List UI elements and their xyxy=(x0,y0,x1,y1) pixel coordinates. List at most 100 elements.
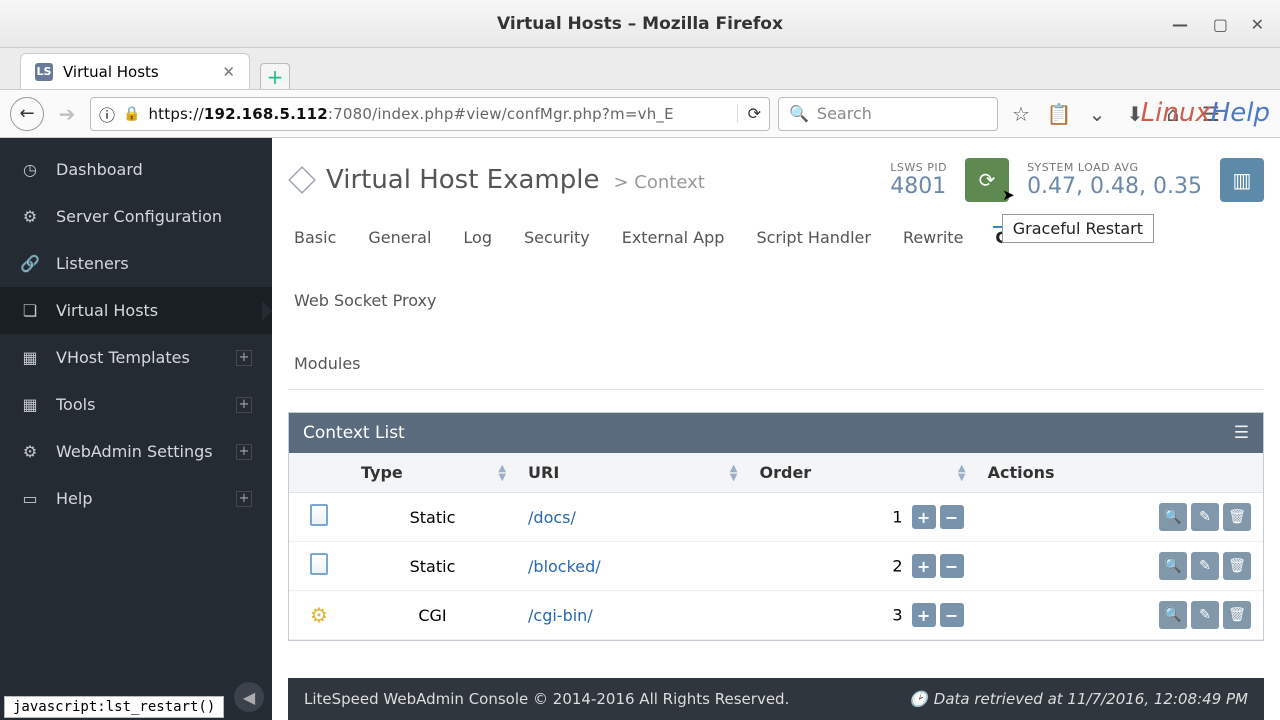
table-row: Static/docs/1 +− 🔍✎🗑 xyxy=(289,493,1263,542)
footer-copyright: LiteSpeed WebAdmin Console © 2014-2016 A… xyxy=(304,690,789,708)
cell-type: Static xyxy=(349,493,516,542)
tab-external-app[interactable]: External App xyxy=(620,228,727,263)
order-down-button[interactable]: − xyxy=(940,505,964,529)
sidebar-item-listeners[interactable]: 🔗Listeners xyxy=(0,240,272,287)
view-button[interactable]: 🔍 xyxy=(1159,503,1187,531)
link-icon: 🔗 xyxy=(20,254,40,273)
expand-icon[interactable]: + xyxy=(236,444,252,460)
tab-close-icon[interactable]: ✕ xyxy=(222,63,235,81)
status-bar-link: javascript:lst_restart() xyxy=(4,696,224,718)
search-box[interactable]: 🔍 Search xyxy=(778,97,998,131)
sidebar-item-label: Tools xyxy=(56,395,95,414)
sidebar-item-label: Dashboard xyxy=(56,160,143,179)
view-button[interactable]: 🔍 xyxy=(1159,601,1187,629)
order-up-button[interactable]: + xyxy=(912,603,936,627)
col-actions: Actions xyxy=(976,453,1263,493)
sidebar-item-server-configuration[interactable]: ⚙Server Configuration xyxy=(0,193,272,240)
table-row: ⚙CGI/cgi-bin/3 +−🔍✎🗑 xyxy=(289,591,1263,640)
col-uri[interactable]: URI▲▼ xyxy=(516,453,747,493)
sidebar-item-label: Help xyxy=(56,489,92,508)
uri-link[interactable]: /cgi-bin/ xyxy=(528,606,593,625)
back-button[interactable]: ← xyxy=(10,97,44,131)
edit-button[interactable]: ✎ xyxy=(1191,601,1219,629)
tab-script-handler[interactable]: Script Handler xyxy=(754,228,873,263)
sidebar-item-label: WebAdmin Settings xyxy=(56,442,213,461)
realtime-stats-button[interactable]: ▥ xyxy=(1220,158,1264,202)
browser-tab[interactable]: LS Virtual Hosts ✕ xyxy=(20,53,250,89)
col-type[interactable]: Type▲▼ xyxy=(349,453,516,493)
tab-modules[interactable]: Modules xyxy=(292,354,1260,389)
url-bar[interactable]: ⓘ 🔒 https://192.168.5.112:7080/index.php… xyxy=(90,97,770,131)
panel-title: Context List xyxy=(303,423,405,443)
delete-button[interactable]: 🗑 xyxy=(1223,503,1251,531)
bookmark-star-icon[interactable]: ☆ xyxy=(1006,99,1036,129)
tab-log[interactable]: Log xyxy=(461,228,494,263)
sidebar-item-webadmin-settings[interactable]: ⚙ WebAdmin Settings + xyxy=(0,428,272,475)
uri-link[interactable]: /blocked/ xyxy=(528,557,601,576)
sidebar-item-tools[interactable]: ▦Tools+ xyxy=(0,381,272,428)
clipboard-icon[interactable]: 📋 xyxy=(1044,99,1074,129)
cell-order: 3 +− xyxy=(748,591,976,640)
window-maximize[interactable]: ▢ xyxy=(1213,15,1228,34)
tab-rewrite[interactable]: Rewrite xyxy=(901,228,965,263)
clock-icon: 🕑 xyxy=(909,690,928,708)
file-icon xyxy=(310,553,328,575)
edit-button[interactable]: ✎ xyxy=(1191,503,1219,531)
view-button[interactable]: 🔍 xyxy=(1159,552,1187,580)
collapse-sidebar-button[interactable]: ◀ xyxy=(234,682,264,712)
tab-title: Virtual Hosts xyxy=(63,63,159,81)
page-title: Virtual Host Example > Context xyxy=(326,165,705,195)
cell-order: 2 +− xyxy=(748,542,976,591)
identity-icon[interactable]: ⓘ xyxy=(99,102,115,126)
delete-button[interactable]: 🗑 xyxy=(1223,601,1251,629)
system-load-avg: SYSTEM LOAD AVG 0.47, 0.48, 0.35 xyxy=(1027,161,1202,199)
tab-basic[interactable]: Basic xyxy=(292,228,338,263)
grid-icon: ▦ xyxy=(20,348,40,367)
search-icon: 🔍 xyxy=(789,104,809,123)
pocket-icon[interactable]: ⌄ xyxy=(1082,99,1112,129)
file-icon xyxy=(310,504,328,526)
reload-button[interactable]: ⟳ xyxy=(737,104,761,123)
col-order[interactable]: Order▲▼ xyxy=(748,453,976,493)
order-up-button[interactable]: + xyxy=(912,554,936,578)
new-tab-button[interactable]: + xyxy=(260,63,290,89)
cell-order: 1 +− xyxy=(748,493,976,542)
expand-icon[interactable]: + xyxy=(236,397,252,413)
sidebar-item-virtual-hosts[interactable]: ❏Virtual Hosts xyxy=(0,287,272,334)
lsws-pid: LSWS PID 4801 xyxy=(890,161,947,199)
refresh-icon: ⟳ xyxy=(979,168,996,192)
tab-security[interactable]: Security xyxy=(522,228,592,263)
uri-link[interactable]: /docs/ xyxy=(528,508,576,527)
search-placeholder: Search xyxy=(817,104,872,123)
list-icon[interactable]: ☰ xyxy=(1234,423,1249,443)
cube-icon xyxy=(288,166,316,194)
window-title: Virtual Hosts – Mozilla Firefox xyxy=(497,14,783,34)
sidebar-item-help[interactable]: ▭ Help + xyxy=(0,475,272,522)
footer-retrieved: 🕑 Data retrieved at 11/7/2016, 12:08:49 … xyxy=(909,690,1248,708)
order-up-button[interactable]: + xyxy=(912,505,936,529)
order-down-button[interactable]: − xyxy=(940,603,964,627)
tooltip: Graceful Restart xyxy=(1002,214,1154,243)
graceful-restart-button[interactable]: ⟳ ➤ xyxy=(965,158,1009,202)
gear-icon: ⚙ xyxy=(20,442,40,461)
sidebar-item-label: Virtual Hosts xyxy=(56,301,158,320)
forward-button[interactable]: ➔ xyxy=(52,99,82,129)
tab-general[interactable]: General xyxy=(366,228,433,263)
book-icon: ▭ xyxy=(20,489,40,508)
sidebar-item-vhost-templates[interactable]: ▦VHost Templates+ xyxy=(0,334,272,381)
delete-button[interactable]: 🗑 xyxy=(1223,552,1251,580)
expand-icon[interactable]: + xyxy=(236,350,252,366)
sidebar: ◷Dashboard ⚙Server Configuration 🔗Listen… xyxy=(0,138,272,720)
lock-icon: 🔒 xyxy=(123,106,140,122)
edit-button[interactable]: ✎ xyxy=(1191,552,1219,580)
gauge-icon: ◷ xyxy=(20,160,40,179)
window-minimize[interactable]: — xyxy=(1172,15,1188,34)
cell-type: Static xyxy=(349,542,516,591)
sidebar-item-label: Server Configuration xyxy=(56,207,222,226)
tab-web-socket-proxy[interactable]: Web Socket Proxy xyxy=(292,291,438,326)
sidebar-item-dashboard[interactable]: ◷ Dashboard xyxy=(0,146,272,193)
gear-icon: ⚙ xyxy=(310,603,328,627)
expand-icon[interactable]: + xyxy=(236,491,252,507)
window-close[interactable]: ✕ xyxy=(1251,15,1264,34)
order-down-button[interactable]: − xyxy=(940,554,964,578)
